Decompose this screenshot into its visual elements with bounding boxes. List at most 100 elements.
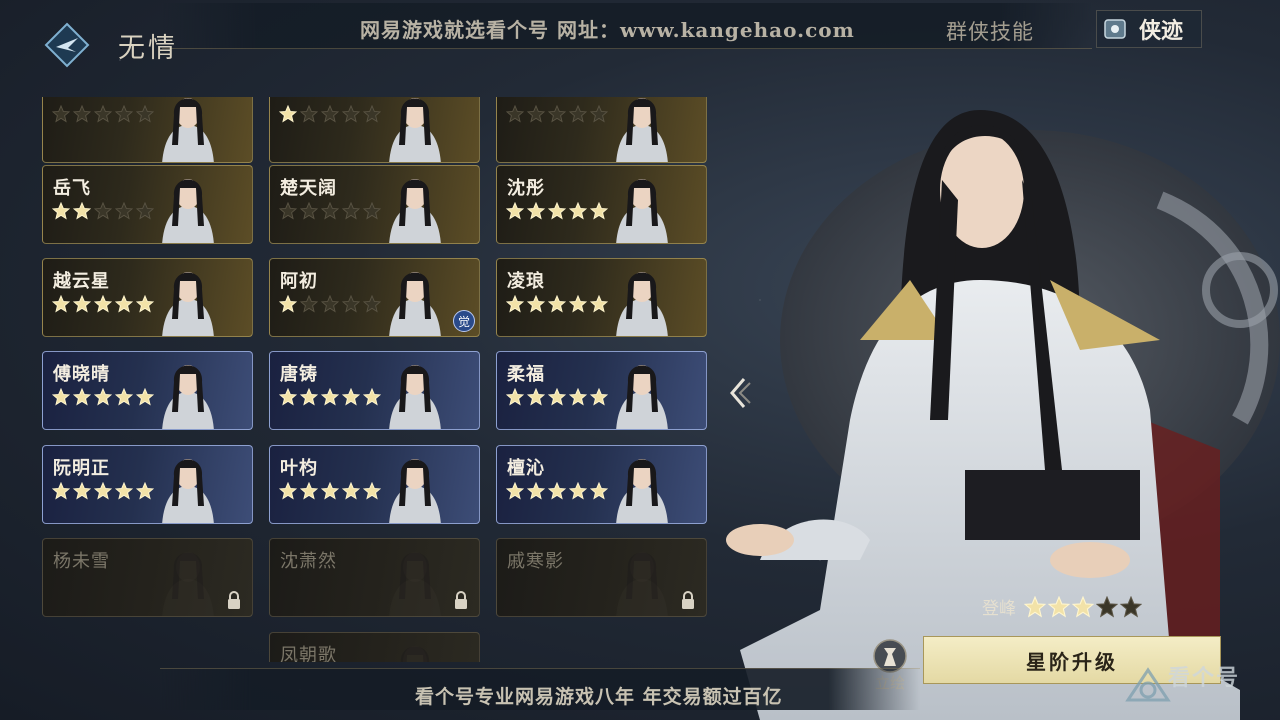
star-filled-icon <box>73 295 91 313</box>
star-filled-icon <box>590 482 608 500</box>
hero-portrait <box>389 272 441 336</box>
star-filled-icon <box>73 388 91 406</box>
tab-group-skills[interactable]: 群侠技能 <box>946 16 1034 46</box>
hero-name: 叶枃 <box>280 458 318 479</box>
star-filled-icon <box>527 482 545 500</box>
hero-portrait <box>162 552 214 616</box>
star-empty-icon <box>363 295 381 313</box>
star-filled-icon <box>363 482 381 500</box>
top-bar: 无情 网易游戏就选看个号 网址：www.kangehao.com 群侠技能 侠迹 <box>0 0 1280 70</box>
bottom-watermark-text: 看个号专业网易游戏八年 年交易额过百亿 <box>415 686 783 708</box>
star-empty-icon <box>321 295 339 313</box>
hero-portrait <box>389 179 441 243</box>
star-filled-icon <box>527 202 545 220</box>
star-empty-icon <box>136 105 154 123</box>
star-filled-icon <box>321 482 339 500</box>
star-empty-icon <box>94 202 112 220</box>
hero-card[interactable]: 沈彤 <box>496 165 707 244</box>
hero-card[interactable]: 檀沁 <box>496 445 707 524</box>
hero-stars-row <box>279 388 381 406</box>
hero-card[interactable]: 阿初觉 <box>269 258 480 337</box>
hero-portrait <box>162 365 214 429</box>
hero-portrait <box>162 459 214 523</box>
star-filled-icon <box>569 388 587 406</box>
hero-card[interactable] <box>269 97 480 163</box>
star-filled-icon <box>73 482 91 500</box>
hero-name: 阿初 <box>280 271 318 292</box>
hero-portrait <box>616 365 668 429</box>
hero-portrait <box>162 179 214 243</box>
star-empty-icon <box>506 105 524 123</box>
star-empty-icon <box>115 202 133 220</box>
star-empty-icon <box>363 105 381 123</box>
star-filled-icon <box>590 202 608 220</box>
star-filled-icon <box>52 295 70 313</box>
hero-card[interactable]: 杨未雪 <box>42 538 253 617</box>
hero-card[interactable]: 凌琅 <box>496 258 707 337</box>
hero-portrait <box>389 98 441 162</box>
hero-card[interactable]: 凤朝歌 <box>269 632 480 662</box>
star-empty-icon <box>527 105 545 123</box>
star-filled-icon <box>506 482 524 500</box>
hero-card[interactable]: 柔福 <box>496 351 707 430</box>
tab-hero-trace-label: 侠迹 <box>1139 18 1184 44</box>
hero-name: 凤朝歌 <box>280 645 337 662</box>
star-filled-icon <box>300 388 318 406</box>
hero-portrait <box>401 646 429 662</box>
star-filled-icon <box>136 482 154 500</box>
star-empty-icon <box>342 295 360 313</box>
star-filled-icon <box>115 482 133 500</box>
star-filled-icon <box>548 388 566 406</box>
hero-grid: 岳飞 楚天阔 沈彤 越云星 阿初觉 凌琅 傅晓晴 唐铸 柔福 阮明正 叶枃 檀沁 杨未雪 沈萧然 戚寒影 凤朝… <box>42 97 708 662</box>
hero-stars-row <box>52 482 154 500</box>
hero-name: 柔福 <box>507 364 545 385</box>
star-filled-icon <box>52 202 70 220</box>
star-filled-icon <box>115 295 133 313</box>
hero-portrait <box>389 459 441 523</box>
hero-card[interactable]: 唐铸 <box>269 351 480 430</box>
star-filled-icon <box>94 482 112 500</box>
hero-card[interactable]: 岳飞 <box>42 165 253 244</box>
hero-stars-row <box>506 202 608 220</box>
star-filled-icon <box>342 388 360 406</box>
star-filled-icon <box>52 388 70 406</box>
star-filled-icon <box>569 482 587 500</box>
page-title: 无情 <box>118 33 178 64</box>
back-logo-icon[interactable] <box>44 22 90 68</box>
star-filled-icon <box>527 295 545 313</box>
hero-card[interactable] <box>42 97 253 163</box>
star-filled-icon <box>279 482 297 500</box>
hero-portrait <box>616 272 668 336</box>
hero-stars-row <box>279 105 381 123</box>
star-empty-icon <box>342 202 360 220</box>
star-filled-icon <box>94 295 112 313</box>
awakened-badge: 觉 <box>453 310 475 332</box>
star-filled-icon <box>279 105 297 123</box>
star-empty-icon <box>1096 595 1118 617</box>
hero-card[interactable]: 越云星 <box>42 258 253 337</box>
hero-card[interactable]: 叶枃 <box>269 445 480 524</box>
hero-card[interactable]: 沈萧然 <box>269 538 480 617</box>
hero-stars-row <box>52 202 154 220</box>
star-empty-icon <box>1120 595 1142 617</box>
hero-name: 檀沁 <box>507 458 545 479</box>
hero-card[interactable]: 戚寒影 <box>496 538 707 617</box>
star-filled-icon <box>548 482 566 500</box>
hero-portrait <box>616 179 668 243</box>
tab-hero-trace[interactable]: 侠迹 <box>1096 10 1202 48</box>
star-empty-icon <box>73 105 91 123</box>
hero-stars-row <box>279 482 381 500</box>
hero-card[interactable]: 楚天阔 <box>269 165 480 244</box>
hero-card[interactable]: 阮明正 <box>42 445 253 524</box>
star-filled-icon <box>363 388 381 406</box>
peak-rank: 登峰 <box>982 594 1142 619</box>
hero-card[interactable] <box>496 97 707 163</box>
hero-portrait <box>162 272 214 336</box>
star-empty-icon <box>94 105 112 123</box>
star-filled-icon <box>590 388 608 406</box>
star-filled-icon <box>300 482 318 500</box>
hero-card[interactable]: 傅晓晴 <box>42 351 253 430</box>
hero-name: 杨未雪 <box>53 551 110 572</box>
hero-portrait <box>616 98 668 162</box>
collapse-panel-arrow-icon[interactable] <box>726 375 752 411</box>
